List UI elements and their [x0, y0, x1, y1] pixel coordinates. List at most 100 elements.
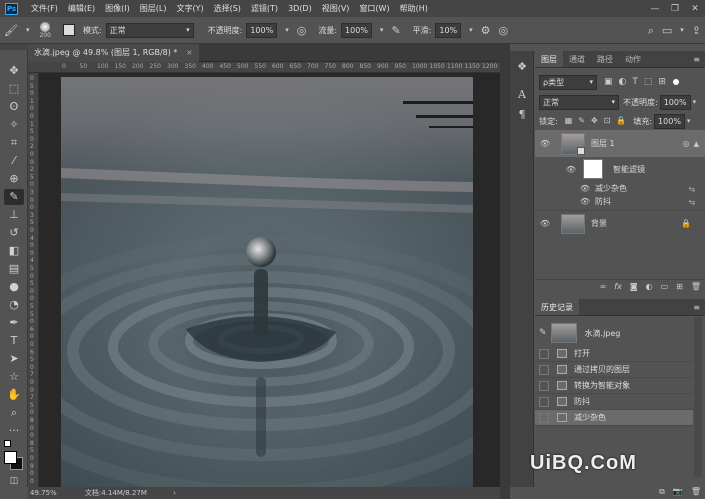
layer-name[interactable]: 智能滤镜 — [613, 164, 645, 175]
menu-image[interactable]: 图像(I) — [100, 3, 135, 14]
workspace-icon[interactable]: ▭ — [662, 25, 672, 36]
path-selection-tool-icon[interactable]: ➤ — [4, 351, 24, 367]
quick-mask-icon[interactable]: ◫ — [4, 476, 24, 486]
blending-options-icon[interactable]: ⥃ — [689, 197, 695, 207]
layer-name[interactable]: 背景 — [591, 218, 607, 229]
layer-kind-filter[interactable]: ρ类型 ▾ — [539, 74, 597, 90]
flow-field[interactable]: 100% — [341, 22, 372, 38]
tab-layers[interactable]: 图层 — [535, 51, 563, 67]
eraser-tool-icon[interactable]: ◧ — [4, 243, 24, 259]
filter-toggle-icon[interactable] — [672, 79, 679, 85]
image-canvas[interactable] — [61, 77, 473, 487]
mode-select[interactable]: 正常 ▾ — [105, 22, 194, 38]
chevron-down-icon[interactable]: ▾ — [469, 26, 473, 34]
blending-options-icon[interactable]: ⥃ — [689, 184, 695, 194]
chevron-down-icon[interactable]: ▾ — [693, 98, 697, 106]
blend-mode-select[interactable]: 正常 ▾ — [539, 94, 619, 110]
more-tools-icon[interactable]: ··· — [4, 423, 24, 439]
visibility-eye-icon[interactable]: 👁 — [579, 184, 591, 193]
filter-name[interactable]: 减少杂色 — [595, 183, 627, 194]
photoshop-logo-icon[interactable]: Ps — [5, 2, 18, 15]
chevron-down-icon[interactable]: ▾ — [285, 26, 289, 34]
history-state[interactable]: 打开 — [535, 346, 693, 362]
history-source-checkbox[interactable] — [539, 364, 549, 375]
pen-tool-icon[interactable]: ✒ — [4, 315, 24, 331]
horizontal-ruler[interactable]: 0 50 100 150 200 250 300 350 400 450 500 550 600 650 7… — [28, 62, 500, 73]
chevron-down-icon[interactable]: ▾ — [380, 26, 384, 34]
shape-tool-icon[interactable]: ☆ — [4, 369, 24, 385]
zoom-level[interactable]: 49.75% — [30, 489, 57, 497]
adjustment-filter-icon[interactable]: ◐ — [619, 77, 627, 87]
layer-row-background[interactable]: 👁 背景 🔒 — [535, 210, 705, 236]
type-tool-icon[interactable]: T — [4, 333, 24, 349]
link-layers-icon[interactable]: ∞ — [600, 282, 607, 291]
new-group-icon[interactable]: ▭ — [661, 282, 669, 291]
layer-row-smart-filters[interactable]: 👁 智能滤镜 — [535, 157, 705, 181]
filter-row-shake-reduction[interactable]: 👁 防抖 ⥃ — [535, 195, 705, 208]
history-state[interactable]: 通过拷贝的图层 — [535, 362, 693, 378]
canvas-area[interactable] — [39, 73, 500, 487]
menu-edit[interactable]: 编辑(E) — [63, 3, 100, 14]
pressure-opacity-icon[interactable]: ◎ — [297, 25, 307, 36]
layer-style-icon[interactable]: fx — [614, 282, 622, 291]
gradient-tool-icon[interactable]: ▤ — [4, 261, 24, 277]
default-colors-icon[interactable] — [4, 440, 11, 447]
history-source-checkbox[interactable] — [539, 396, 549, 407]
tab-actions[interactable]: 动作 — [619, 51, 647, 67]
snapshot-name[interactable]: 水滴.jpeg — [585, 328, 621, 339]
minimize-button[interactable]: — — [645, 4, 665, 14]
menu-type[interactable]: 文字(Y) — [171, 3, 208, 14]
visibility-eye-icon[interactable]: 👁 — [579, 197, 591, 206]
tab-paths[interactable]: 路径 — [591, 51, 619, 67]
move-tool-icon[interactable]: ✥ — [4, 63, 24, 79]
foreground-color-swatch[interactable] — [4, 451, 17, 464]
lock-position-icon[interactable]: ✥ — [591, 117, 598, 125]
menu-help[interactable]: 帮助(H) — [395, 3, 433, 14]
layer-name[interactable]: 图层 1 — [591, 138, 615, 149]
type-filter-icon[interactable]: T — [632, 77, 638, 87]
chevron-down-icon[interactable]: ▾ — [687, 117, 691, 125]
filter-name[interactable]: 防抖 — [595, 196, 611, 207]
blur-tool-icon[interactable]: ● — [4, 279, 24, 295]
history-brush-source-icon[interactable]: ✎ — [539, 328, 547, 338]
eyedropper-tool-icon[interactable]: ⁄ — [4, 153, 24, 169]
brush-settings-icon[interactable] — [62, 24, 75, 36]
tab-history[interactable]: 历史记录 — [535, 299, 579, 315]
history-state[interactable]: 转换为智能对象 — [535, 378, 693, 394]
document-tab[interactable]: 水滴.jpeg @ 49.8% (图层 1, RGB/8) * × — [28, 44, 199, 62]
menu-view[interactable]: 视图(V) — [317, 3, 355, 14]
opacity-field[interactable]: 100% — [246, 22, 278, 38]
tab-channels[interactable]: 通道 — [563, 51, 591, 67]
brush-tool-icon[interactable]: 🖌 — [4, 25, 18, 36]
crop-tool-icon[interactable]: ⌗ — [4, 135, 24, 151]
search-icon[interactable]: ⌕ — [648, 25, 654, 36]
menu-layer[interactable]: 图层(L) — [135, 3, 172, 14]
visibility-eye-icon[interactable]: 👁 — [539, 219, 551, 228]
character-panel-icon[interactable]: A — [513, 87, 531, 103]
history-scrollbar[interactable] — [694, 317, 702, 477]
lasso-tool-icon[interactable]: ʘ — [4, 99, 24, 115]
history-state[interactable]: 防抖 — [535, 394, 693, 410]
airbrush-icon[interactable]: ✎ — [391, 25, 400, 36]
tools-panel-header[interactable] — [0, 44, 28, 50]
panel-dock-divider[interactable] — [500, 44, 510, 499]
dodge-tool-icon[interactable]: ◔ — [4, 297, 24, 313]
visibility-eye-icon[interactable]: 👁 — [539, 139, 551, 148]
panel-menu-icon[interactable]: ≡ — [688, 51, 705, 67]
lock-image-icon[interactable]: ✎ — [578, 117, 585, 125]
filter-row-reduce-noise[interactable]: 👁 减少杂色 ⥃ — [535, 182, 705, 195]
menu-window[interactable]: 窗口(W) — [354, 3, 394, 14]
shape-filter-icon[interactable]: ⬚ — [644, 77, 653, 87]
properties-panel-icon[interactable]: ❖ — [513, 59, 531, 75]
vertical-ruler[interactable]: 0501001502002503003504004505005506006507… — [28, 73, 39, 487]
camera-icon[interactable]: 📷 — [673, 488, 683, 496]
healing-brush-tool-icon[interactable]: ⊕ — [4, 171, 24, 187]
fill-field[interactable]: 100% — [654, 113, 685, 129]
smart-object-filter-icon[interactable]: ⊞ — [658, 77, 666, 87]
adjustment-layer-icon[interactable]: ◐ — [646, 282, 653, 291]
pressure-size-icon[interactable]: ◎ — [499, 25, 509, 36]
chevron-down-icon[interactable]: ▾ — [26, 26, 30, 34]
brush-preset-picker[interactable]: 200 — [39, 21, 51, 39]
marquee-tool-icon[interactable]: ⬚ — [4, 81, 24, 97]
menu-select[interactable]: 选择(S) — [209, 3, 246, 14]
